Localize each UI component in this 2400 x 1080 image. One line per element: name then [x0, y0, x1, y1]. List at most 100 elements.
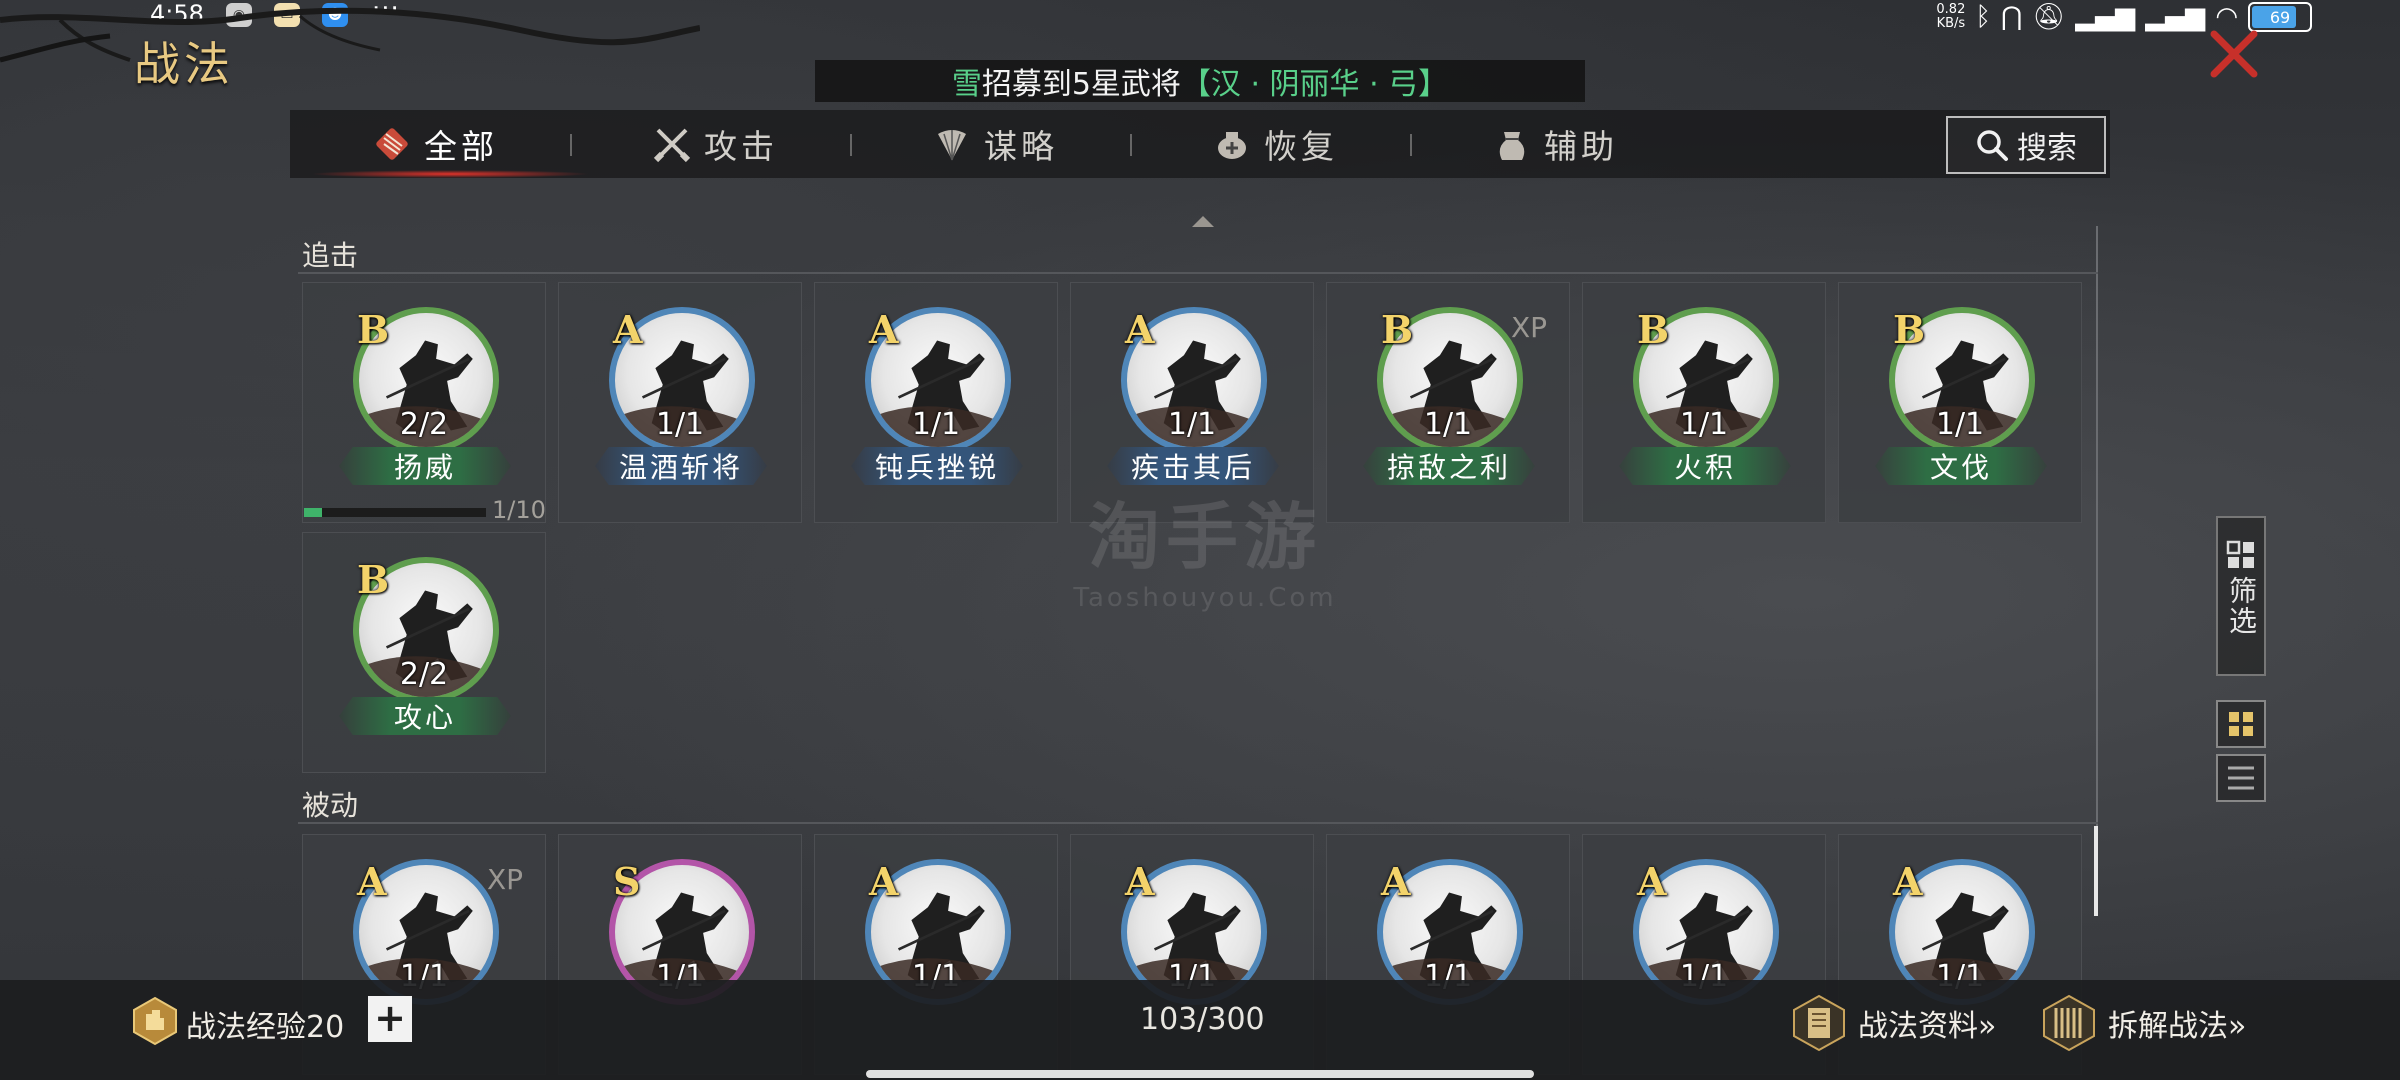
- tactic-grade: A: [613, 307, 643, 352]
- tactic-name: 温酒斩将: [595, 447, 767, 485]
- tactic-card[interactable]: A 1/1 温酒斩将: [558, 282, 802, 523]
- tactic-card[interactable]: A 1/1 疾击其后: [1070, 282, 1314, 523]
- tactic-grade: B: [1381, 307, 1414, 352]
- tactic-name: 扬威: [339, 447, 511, 485]
- tactic-grade: A: [357, 859, 387, 904]
- tactic-exp-label: 战法经验20: [186, 1010, 345, 1045]
- branch-decoration: [0, 7, 700, 63]
- add-exp-button[interactable]: +: [368, 996, 412, 1042]
- tab-all[interactable]: 全部: [290, 110, 580, 178]
- tactic-count-badge: 1/1: [1167, 407, 1217, 442]
- tactic-grade: B: [1893, 307, 1926, 352]
- tab-support[interactable]: 辅助: [1410, 110, 1700, 178]
- bluetooth-icon: ᛒ: [1975, 2, 1991, 32]
- section-title-passive: 被动: [302, 789, 359, 822]
- list-scrollbar[interactable]: [2094, 826, 2098, 916]
- tactic-grade: A: [1125, 859, 1155, 904]
- search-label: 搜索: [2017, 131, 2077, 166]
- tactic-count-badge: 1/1: [1423, 407, 1473, 442]
- mute-bell-icon: 🔕︎: [2032, 2, 2066, 32]
- dismantle-scroll-icon: [2043, 994, 2095, 1052]
- tactic-info-label: 战法资料»: [1858, 1009, 1997, 1044]
- tactic-card[interactable]: A 1/1 钝兵挫锐: [814, 282, 1058, 523]
- tab-label: 辅助: [1544, 127, 1618, 166]
- healing-pot-icon: [1218, 132, 1246, 159]
- tactic-count-badge: 1/1: [1935, 407, 1985, 442]
- signal-hd-icon: ▂▄▆: [2075, 2, 2136, 32]
- dismantle-tactic-link[interactable]: 拆解战法»: [2040, 994, 2246, 1052]
- tactic-count-badge: 1/1: [655, 407, 705, 442]
- tactic-count-badge: 2/2: [399, 407, 449, 442]
- tactic-info-link[interactable]: 战法资料»: [1790, 994, 1996, 1052]
- tab-label: 攻击: [704, 127, 778, 166]
- tactic-grade: B: [357, 307, 390, 352]
- search-button[interactable]: 搜索: [1946, 116, 2106, 174]
- tactic-grade: A: [869, 859, 899, 904]
- scroll-bundle-icon: [376, 128, 408, 160]
- network-speed: 0.82 KB/s: [1936, 3, 1965, 31]
- tactic-grade: A: [1637, 859, 1667, 904]
- grid-view-icon: [2229, 712, 2253, 736]
- tactic-card[interactable]: B 1/1 火积: [1582, 282, 1826, 523]
- feather-fan-icon: [938, 130, 966, 161]
- tactic-card[interactable]: B XP 1/1 掠敌之利: [1326, 282, 1570, 523]
- watermark-url: Taoshouyou.Com: [1073, 583, 1337, 613]
- xp-badge: XP: [487, 863, 524, 896]
- tactic-card[interactable]: B 1/1 文伐: [1838, 282, 2082, 523]
- network-speed-unit: KB/s: [1936, 16, 1966, 31]
- tactic-book-icon: [1793, 994, 1845, 1052]
- list-view-icon: [2228, 766, 2254, 790]
- tactic-card[interactable]: B 2/2 攻心: [302, 532, 546, 773]
- tactic-name: 文伐: [1875, 447, 2047, 485]
- filter-grid-icon: [2226, 540, 2254, 568]
- tactic-count-badge: 2/2: [399, 657, 449, 692]
- tab-label: 谋略: [984, 127, 1058, 166]
- tactic-name: 火积: [1619, 447, 1791, 485]
- tactic-grade: A: [1381, 859, 1411, 904]
- search-icon: [1977, 130, 2008, 161]
- tactic-grade: B: [1637, 307, 1670, 352]
- tactic-name: 攻心: [339, 697, 511, 735]
- tab-attack[interactable]: 攻击: [570, 110, 860, 178]
- tactic-progress-bar: [304, 508, 486, 517]
- grid-view-button[interactable]: [2216, 700, 2266, 748]
- list-right-border: [2096, 226, 2098, 916]
- list-view-button[interactable]: [2216, 754, 2266, 802]
- tactic-card[interactable]: B 2/2 扬威: [302, 282, 546, 523]
- battery-level: 69: [2269, 7, 2291, 27]
- recruit-broadcast: 雪 招募到5星武将 【汉 · 阴丽华 · 弓】: [815, 60, 1585, 102]
- section-divider: [298, 272, 2098, 274]
- pouch-icon: [1499, 132, 1525, 160]
- tactic-grade: S: [613, 859, 641, 904]
- tactic-name: 钝兵挫锐: [851, 447, 1023, 485]
- section-title-pursuit: 追击: [302, 239, 359, 272]
- tab-recovery[interactable]: 恢复: [1130, 110, 1420, 178]
- tactic-grade: A: [869, 307, 899, 352]
- page-title: 战法: [134, 37, 234, 91]
- network-speed-value: 0.82: [1936, 2, 1966, 17]
- broadcast-player: 雪: [951, 67, 982, 102]
- tactic-exp-icon: [133, 996, 177, 1046]
- tab-strategy[interactable]: 谋略: [850, 110, 1140, 178]
- filter-button[interactable]: 筛选: [2216, 516, 2266, 676]
- tab-label: 全部: [424, 127, 498, 166]
- tab-label: 恢复: [1264, 127, 1338, 166]
- crossed-swords-icon: [653, 128, 691, 163]
- dismantle-tactic-label: 拆解战法»: [2108, 1009, 2247, 1044]
- tactic-grade: A: [1125, 307, 1155, 352]
- tactic-name: 掠敌之利: [1363, 447, 1535, 485]
- tactic-grade: B: [357, 557, 390, 602]
- tactic-progress-fill: [304, 508, 323, 517]
- tactic-name: 疾击其后: [1107, 447, 1279, 485]
- tactic-count: 103/300: [1140, 1002, 1265, 1037]
- tactic-grade: A: [1893, 859, 1923, 904]
- tactic-count-badge: 1/1: [1679, 407, 1729, 442]
- category-tabs: 全部 攻击 谋略 恢复 辅助: [290, 110, 2110, 178]
- tactic-count-badge: 1/1: [911, 407, 961, 442]
- broadcast-general: 【汉 · 阴丽华 · 弓】: [1180, 67, 1449, 102]
- scroll-up-arrow-icon: [1192, 216, 1214, 227]
- close-button[interactable]: [2206, 26, 2262, 82]
- filter-label: 筛选: [2225, 576, 2258, 636]
- home-indicator[interactable]: [866, 1070, 1534, 1078]
- earbuds-icon: ⋂: [2000, 2, 2023, 32]
